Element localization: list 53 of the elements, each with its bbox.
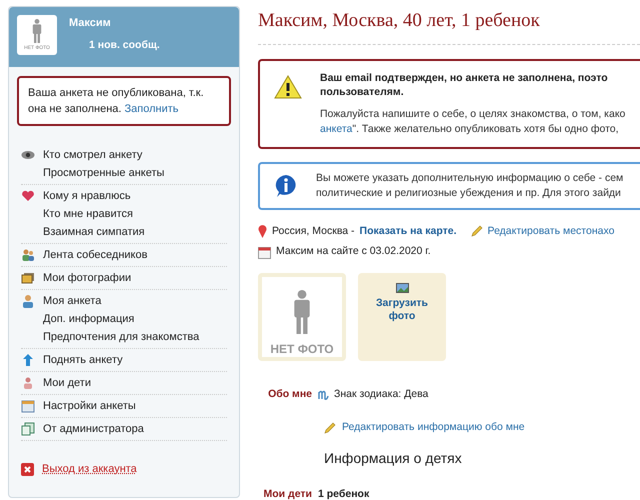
logout-link[interactable]: Выход из аккаунта [42,461,137,478]
person-silhouette-icon [31,17,43,45]
profile-title: Максим, Москва, 40 лет, 1 ребенок [258,6,640,44]
menu-link[interactable]: Кто мне нравится [43,206,133,222]
notice-text: Ваша анкета не опубликована, т.к. она не заполнена. Заполнить [28,86,205,117]
edit-about-link[interactable]: Редактировать информацию обо мне [342,420,525,436]
eye-icon [21,148,35,162]
menu-link[interactable]: Кто смотрел анкету [43,146,142,164]
menu-link[interactable]: Настройки анкеты [43,398,136,414]
warning-text: Пожалуйста напишите о себе, о целях знакомства, о том, како анкета". Также желательно опубликовать хотя бы одно фото, [320,106,626,136]
warning-icon [274,74,302,98]
no-photo-label: НЕТ ФОТО [270,343,334,355]
people-icon [21,248,35,262]
menu-link[interactable]: Кому я нравлюсь [43,188,131,204]
menu-link[interactable]: Лента собеседников [43,246,148,264]
edit-location-link[interactable]: Редактировать местонахо [488,224,614,240]
menu-link[interactable]: Доп. информация [43,310,134,328]
image-icon [396,283,408,294]
show-on-map-link[interactable]: Показать на карте. [360,224,457,240]
menu-link[interactable]: Мои фотографии [43,270,132,286]
person-icon [21,294,35,308]
upload-photo-button[interactable]: Загрузить фото [358,273,446,361]
menu-link[interactable]: Предпочтения для знакомства [43,328,200,346]
kids-heading: Информация о детях [323,448,463,468]
menu-link[interactable]: Мои дети [43,374,91,392]
menu-link[interactable]: От администратора [43,420,144,438]
warning-heading: Ваш email подтвержден, но анкета не заполнена, поэто пользователям. [320,70,609,98]
zodiac-text: Знак зодиака: Дева [334,387,428,402]
location-text: Россия, Москва - [272,224,355,238]
window-icon [21,399,35,413]
pencil-icon [324,422,336,434]
kids-value: 1 ребенок [318,486,370,500]
fill-in-link[interactable]: Заполнить [124,103,179,115]
arrow-up-icon [21,353,35,367]
info-text: Вы можете указать дополнительную информацию о себе - сем политические и религиозные убеждения и пр. Для этого зайди [316,170,624,200]
kids-label: Мои дети [262,486,313,500]
profile-link[interactable]: анкета [320,122,352,134]
map-pin-icon [258,224,267,238]
copy-icon [21,422,35,436]
calendar-icon [258,246,271,259]
child-icon [21,376,35,390]
member-since-text: Максим на сайте с 03.02.2020 г. [276,244,431,260]
menu-link[interactable]: Просмотренные анкеты [43,164,164,182]
heart-icon [21,189,35,203]
menu-link[interactable]: Поднять анкету [43,352,123,368]
menu-link[interactable]: Взаимная симпатия [43,224,145,240]
pencil-icon [470,225,483,238]
about-label: Обо мне [267,387,313,402]
menu-link[interactable]: Моя анкета [43,292,102,310]
info-icon [274,174,298,198]
close-icon [21,462,34,476]
photos-icon [21,271,35,285]
zodiac-icon [318,388,331,401]
